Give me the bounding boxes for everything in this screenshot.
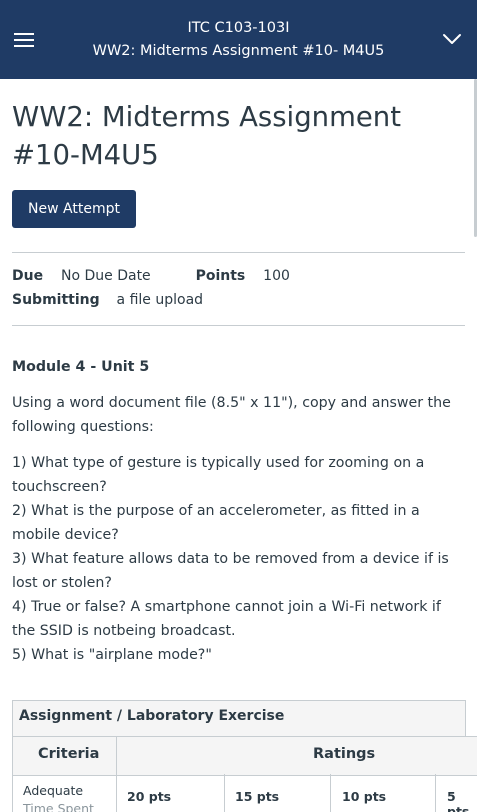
instructions-text: Using a word document file (8.5" x 11"),… xyxy=(12,395,451,435)
rubric-table: Assignment / Laboratory Exercise Criteri… xyxy=(12,700,477,812)
rating-points: 10 pts xyxy=(342,789,387,804)
question-item: 4) True or false? A smartphone cannot jo… xyxy=(12,599,441,639)
rating-points: 15 pts xyxy=(235,789,280,804)
rubric-title-row: Assignment / Laboratory Exercise xyxy=(12,700,466,737)
question-item: 5) What is "airplane mode?" xyxy=(12,647,212,663)
due-row: Due No Due Date Points 100 xyxy=(12,264,290,288)
column-border xyxy=(224,774,225,812)
criterion-line: Adequate xyxy=(23,783,84,798)
rubric-title: Assignment / Laboratory Exercise xyxy=(19,708,285,724)
submitting-value: a file upload xyxy=(116,292,204,308)
column-border xyxy=(330,774,331,812)
menu-line xyxy=(14,33,34,35)
criterion-line: Time Spent xyxy=(23,801,94,812)
column-border xyxy=(116,736,117,812)
hamburger-menu-icon[interactable] xyxy=(14,33,34,47)
page-title: WW2: Midterms Assignment #10-M4U5 xyxy=(12,101,402,171)
due-value: No Due Date xyxy=(61,268,151,284)
top-nav-bar: ITC C103-103I WW2: Midterms Assignment #… xyxy=(0,0,477,79)
column-border xyxy=(435,774,436,812)
question-item: 2) What is the purpose of an acceleromet… xyxy=(12,503,420,543)
criterion-description: Adequate Time Spent xyxy=(23,782,94,812)
ratings-header: Ratings xyxy=(313,746,376,762)
rating-points: 20 pts xyxy=(127,789,172,804)
question-item: 1) What type of gesture is typically use… xyxy=(12,455,425,495)
rating-points: 5 pts xyxy=(447,789,470,812)
header-titles: ITC C103-103I WW2: Midterms Assignment #… xyxy=(60,17,417,63)
divider xyxy=(12,252,465,253)
criteria-header: Criteria xyxy=(38,746,100,762)
submitting-label: Submitting xyxy=(12,292,100,308)
points-value: 100 xyxy=(263,268,290,284)
divider xyxy=(12,325,465,326)
course-code: ITC C103-103I xyxy=(187,20,290,36)
chevron-down-icon[interactable] xyxy=(441,30,463,48)
points-label: Points xyxy=(195,268,246,284)
due-label: Due xyxy=(12,268,44,284)
module-heading: Module 4 - Unit 5 xyxy=(12,359,150,375)
menu-line xyxy=(14,45,34,47)
submitting-row: Submitting a file upload xyxy=(12,288,203,312)
question-item: 3) What feature allows data to be remove… xyxy=(12,551,449,591)
questions-list: 1) What type of gesture is typically use… xyxy=(12,451,467,667)
header-assignment-title: WW2: Midterms Assignment #10- M4U5 xyxy=(92,43,385,59)
new-attempt-button[interactable]: New Attempt xyxy=(12,190,136,228)
column-border xyxy=(12,736,13,812)
menu-line xyxy=(14,39,34,41)
